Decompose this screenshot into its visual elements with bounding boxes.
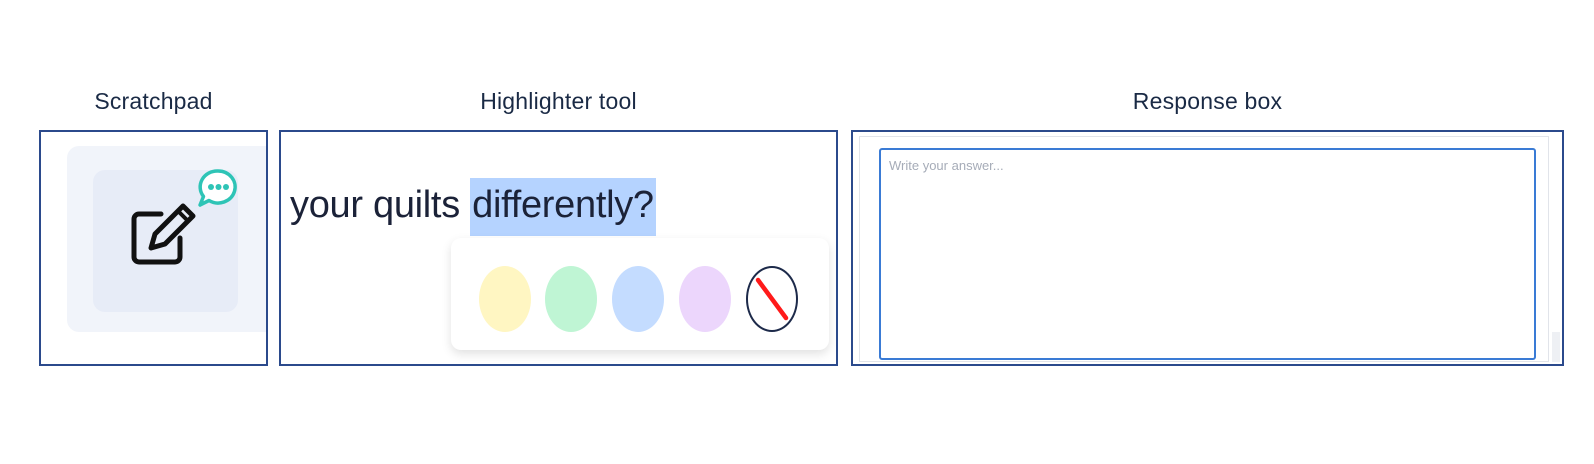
yellow-highlight-swatch[interactable] <box>479 266 531 332</box>
passage-plain-text: your quilts <box>290 184 471 226</box>
response-panel <box>851 130 1564 366</box>
scratchpad-panel <box>39 130 268 366</box>
passage-text[interactable]: your quilts differently? <box>290 178 656 236</box>
no-highlight-icon[interactable] <box>746 266 798 332</box>
highlighter-panel: your quilts differently? <box>279 130 838 366</box>
scrollbar[interactable] <box>1552 332 1560 362</box>
green-highlight-swatch[interactable] <box>545 266 597 332</box>
purple-highlight-swatch[interactable] <box>679 266 731 332</box>
blue-highlight-swatch[interactable] <box>612 266 664 332</box>
passage-next-line <box>311 352 831 362</box>
response-caption: Response box <box>1132 88 1283 114</box>
highlighter-caption: Highlighter tool <box>480 88 637 114</box>
response-textarea[interactable] <box>879 148 1536 360</box>
highlighted-text[interactable]: differently? <box>470 178 656 236</box>
chat-bubble-dots-icon <box>196 167 240 211</box>
scratchpad-caption: Scratchpad <box>94 88 213 114</box>
highlight-color-palette <box>451 238 829 350</box>
edit-pencil-square-icon[interactable] <box>125 200 201 276</box>
